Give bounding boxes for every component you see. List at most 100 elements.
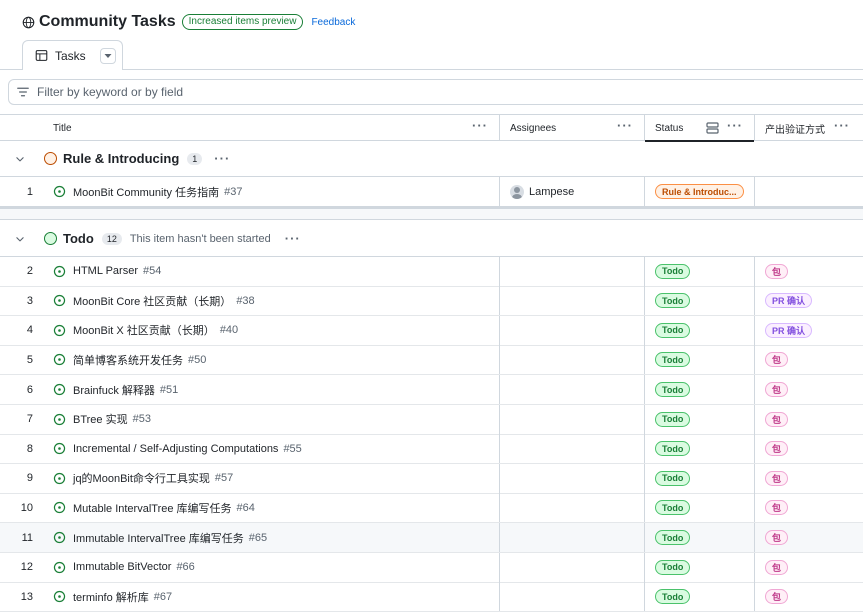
status-badge[interactable]: Todo — [655, 530, 691, 545]
output-badge[interactable]: 包 — [765, 530, 789, 545]
chevron-down-icon[interactable] — [15, 234, 25, 244]
group-menu-icon[interactable]: ··· — [285, 232, 301, 245]
table-row[interactable]: 1 MoonBit Community 任务指南 #37 Lampese Rule & … — [0, 177, 863, 207]
issue-open-icon — [53, 561, 66, 573]
preview-badge: Increased items preview — [181, 14, 304, 30]
table-row[interactable]: 12 Immutable BitVector #66 Todo 包 — [0, 552, 863, 583]
item-title-cell[interactable]: MoonBit X 社区贡献（长期） #40 — [53, 316, 238, 345]
item-title[interactable]: BTree 实现 — [73, 411, 128, 427]
item-title[interactable]: Incremental / Self-Adjusting Computation… — [73, 443, 278, 455]
table-row[interactable]: 6 Brainfuck 解释器 #51 Todo 包 — [0, 375, 863, 405]
output-badge[interactable]: 包 — [765, 263, 789, 279]
issue-open-icon — [53, 265, 66, 277]
column-title[interactable]: Title — [53, 115, 499, 141]
chevron-down-icon[interactable] — [15, 154, 25, 164]
tab-tasks[interactable]: Tasks — [22, 40, 123, 70]
item-title-cell[interactable]: Mutable IntervalTree 库编写任务 #64 — [53, 493, 255, 522]
feedback-link[interactable]: Feedback — [311, 17, 355, 28]
item-title-cell[interactable]: HTML Parser #54 — [53, 257, 161, 286]
item-title[interactable]: MoonBit Community 任务指南 — [73, 184, 219, 200]
item-title-cell[interactable]: terminfo 解析库 #67 — [53, 582, 172, 611]
table-row[interactable]: 11 Immutable IntervalTree 库编写任务 #65 Todo 包 — [0, 523, 863, 553]
status-badge[interactable]: Todo — [655, 382, 691, 397]
table-row[interactable]: 7 BTree 实现 #53 Todo 包 — [0, 404, 863, 435]
group-by-icon[interactable] — [706, 122, 719, 134]
table-row[interactable]: 9 jq的MoonBit命令行工具实现 #57 Todo 包 — [0, 463, 863, 494]
cell-divider — [644, 463, 645, 493]
item-title-cell[interactable]: Immutable IntervalTree 库编写任务 #65 — [53, 523, 267, 552]
status-badge[interactable]: Todo — [655, 352, 691, 368]
output-badge[interactable]: 包 — [765, 411, 789, 427]
output-badge[interactable]: 包 — [765, 441, 789, 457]
output-badge[interactable]: 包 — [765, 352, 789, 368]
issue-open-icon — [53, 472, 66, 484]
output-badge[interactable]: PR 确认 — [765, 322, 813, 338]
item-title[interactable]: MoonBit Core 社区贡献（长期） — [73, 293, 231, 309]
table-row[interactable]: 2 HTML Parser #54 Todo 包 — [0, 256, 863, 287]
item-title-cell[interactable]: Brainfuck 解释器 #51 — [53, 375, 178, 404]
cell-divider — [644, 286, 645, 316]
filter-bar[interactable] — [8, 79, 863, 105]
status-badge[interactable]: Todo — [655, 559, 691, 575]
status-badge[interactable]: Todo — [655, 589, 691, 605]
status-badge[interactable]: Todo — [655, 470, 691, 486]
item-title[interactable]: 简单博客系统开发任务 — [73, 352, 183, 368]
row-number: 6 — [26, 383, 33, 396]
status-badge[interactable]: Todo — [655, 263, 691, 279]
table-row[interactable]: 3 MoonBit Core 社区贡献（长期） #38 Todo PR 确认 — [0, 286, 863, 317]
item-title[interactable]: jq的MoonBit命令行工具实现 — [73, 470, 210, 486]
row-number: 3 — [26, 294, 33, 307]
item-title[interactable]: Mutable IntervalTree 库编写任务 — [73, 500, 232, 516]
table-row[interactable]: 8 Incremental / Self-Adjusting Computatio… — [0, 434, 863, 465]
item-title[interactable]: Immutable IntervalTree 库编写任务 — [73, 530, 244, 546]
tab-label: Tasks — [55, 48, 86, 63]
cell-divider — [499, 552, 500, 582]
row-number: 13 — [20, 590, 33, 603]
cell-divider — [754, 345, 755, 375]
output-badge[interactable]: 包 — [765, 470, 789, 486]
status-badge[interactable]: Rule & Introduc... — [655, 184, 744, 199]
item-title[interactable]: terminfo 解析库 — [73, 589, 149, 605]
item-title[interactable]: Immutable BitVector — [73, 561, 171, 573]
issue-number: #50 — [188, 353, 207, 366]
output-badge[interactable]: 包 — [765, 500, 789, 516]
table-row[interactable]: 10 Mutable IntervalTree 库编写任务 #64 Todo 包 — [0, 493, 863, 524]
column-header-row: Title ··· Assignees ··· Status ··· 产出验证方… — [0, 114, 863, 142]
filter-input[interactable] — [37, 85, 737, 99]
column-status-menu-icon[interactable]: ··· — [727, 119, 743, 132]
view-options-button[interactable] — [99, 47, 116, 64]
item-title-cell[interactable]: jq的MoonBit命令行工具实现 #57 — [53, 464, 233, 493]
table-row[interactable]: 4 MoonBit X 社区贡献（长期） #40 Todo PR 确认 — [0, 315, 863, 346]
output-badge[interactable]: 包 — [765, 589, 789, 605]
status-badge[interactable]: Todo — [655, 411, 691, 427]
status-badge[interactable]: Todo — [655, 441, 691, 457]
item-title[interactable]: Brainfuck 解释器 — [73, 382, 155, 398]
row-number: 5 — [26, 353, 33, 366]
item-title-cell[interactable]: BTree 实现 #53 — [53, 405, 151, 434]
output-badge[interactable]: 包 — [765, 559, 789, 575]
item-title[interactable]: HTML Parser — [73, 265, 138, 277]
column-output-menu-icon[interactable]: ··· — [834, 119, 850, 132]
output-badge[interactable]: 包 — [765, 382, 789, 397]
column-assignees-menu-icon[interactable]: ··· — [617, 119, 633, 132]
item-title[interactable]: MoonBit X 社区贡献（长期） — [73, 322, 215, 338]
group-menu-icon[interactable]: ··· — [214, 152, 230, 165]
item-title-cell[interactable]: MoonBit Community 任务指南 #37 — [53, 177, 242, 206]
item-title-cell[interactable]: Immutable BitVector #66 — [53, 553, 195, 582]
assignee-cell[interactable]: Lampese — [510, 177, 574, 206]
item-title-cell[interactable]: 简单博客系统开发任务 #50 — [53, 345, 206, 374]
issue-open-icon — [53, 383, 66, 396]
status-badge[interactable]: Todo — [655, 322, 691, 338]
item-title-cell[interactable]: MoonBit Core 社区贡献（长期） #38 — [53, 286, 255, 315]
column-title-menu-icon[interactable]: ··· — [472, 119, 488, 132]
status-badge[interactable]: Todo — [655, 500, 691, 516]
row-number: 12 — [20, 561, 33, 574]
status-badge[interactable]: Todo — [655, 293, 691, 309]
item-title-cell[interactable]: Incremental / Self-Adjusting Computation… — [53, 434, 302, 463]
output-badge[interactable]: PR 确认 — [765, 293, 813, 309]
table-row[interactable]: 13 terminfo 解析库 #67 Todo 包 — [0, 582, 863, 613]
cell-divider — [644, 434, 645, 464]
cell-divider — [499, 493, 500, 523]
row-number: 1 — [26, 185, 33, 198]
table-row[interactable]: 5 简单博客系统开发任务 #50 Todo 包 — [0, 345, 863, 376]
